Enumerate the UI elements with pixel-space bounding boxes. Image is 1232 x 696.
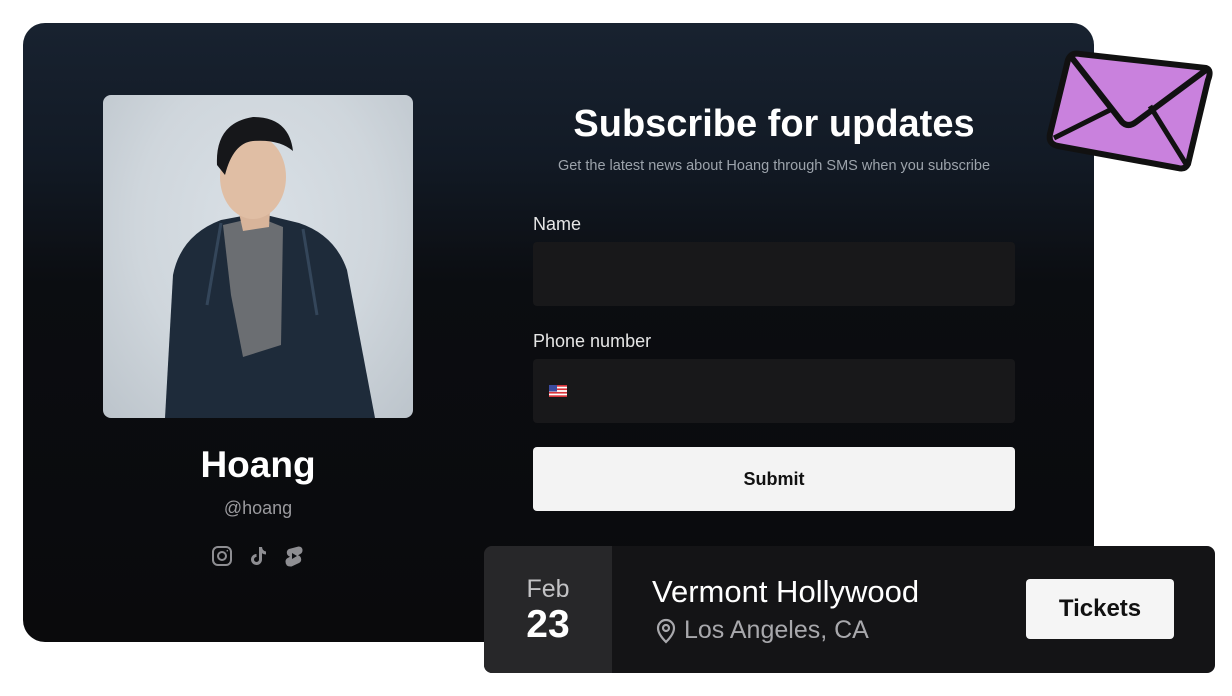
tickets-button[interactable]: Tickets xyxy=(1026,579,1174,639)
phone-label: Phone number xyxy=(533,331,652,351)
shorts-icon[interactable] xyxy=(281,543,307,569)
event-month: Feb xyxy=(526,575,570,603)
form-title: Subscribe for updates xyxy=(573,103,975,145)
name-field[interactable] xyxy=(533,242,1015,306)
event-location-text: Los Angeles, CA xyxy=(684,616,869,644)
submit-button[interactable]: Submit xyxy=(533,447,1015,511)
artist-handle: @hoang xyxy=(223,498,293,518)
social-links xyxy=(103,543,413,569)
event-date: Feb 23 xyxy=(484,546,612,673)
event-location: Los Angeles, CA xyxy=(654,616,869,645)
event-venue: Vermont Hollywood xyxy=(652,574,920,609)
event-day: 23 xyxy=(526,603,570,646)
instagram-icon[interactable] xyxy=(209,543,235,569)
us-flag-icon[interactable] xyxy=(549,385,567,397)
name-label: Name xyxy=(533,214,582,234)
envelope-icon xyxy=(1046,50,1213,172)
event-card: Feb 23 Vermont Hollywood Los Angeles, CA… xyxy=(484,546,1215,673)
location-pin-icon xyxy=(656,618,676,644)
form-subtitle: Get the latest news about Hoang through … xyxy=(557,158,991,174)
phone-field[interactable] xyxy=(533,359,1015,423)
artist-photo xyxy=(103,95,413,418)
tiktok-icon[interactable] xyxy=(245,543,271,569)
artist-name: Hoang xyxy=(200,444,316,485)
